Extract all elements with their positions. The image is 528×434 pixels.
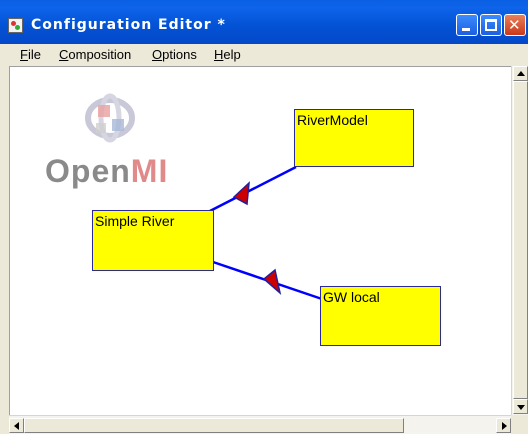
maximize-icon [485,19,497,31]
model-label: Simple River [95,213,175,229]
configuration-editor-window: Configuration Editor * ✕ File Compositio… [0,0,528,434]
scroll-left-button[interactable] [9,418,24,433]
model-rivermodel[interactable]: RiverModel [294,109,414,167]
link-arrow-icon[interactable] [262,268,282,296]
menu-help[interactable]: Help [214,47,241,62]
composition-canvas[interactable]: OpenMI RiverModel Simple River GW local [9,66,511,415]
minimize-button[interactable] [456,14,478,36]
vertical-scrollbar[interactable] [511,66,528,415]
vertical-scroll-thumb[interactable] [513,81,528,399]
link-rivermodel-to-simple-river[interactable] [207,165,297,214]
maximize-button[interactable] [480,14,502,36]
menu-composition[interactable]: Composition [59,47,131,62]
links-layer [207,165,323,301]
scroll-up-button[interactable] [513,66,528,81]
minimize-icon [462,28,470,31]
model-simple-river[interactable]: Simple River [92,210,214,271]
model-label: RiverModel [297,112,368,128]
menu-file[interactable]: File [20,47,41,62]
close-button[interactable]: ✕ [504,14,526,36]
chevron-left-icon [14,422,19,430]
chevron-up-icon [517,71,525,76]
chevron-down-icon [517,405,525,410]
horizontal-scroll-thumb[interactable] [24,418,404,433]
scroll-right-button[interactable] [496,418,511,433]
app-icon[interactable] [8,18,23,33]
scroll-down-button[interactable] [513,399,528,414]
title-bar[interactable]: Configuration Editor * ✕ [0,0,528,44]
window-title: Configuration Editor * [31,17,226,33]
size-grip[interactable] [511,415,528,434]
link-arrow-icon[interactable] [232,181,250,206]
model-label: GW local [323,289,380,305]
model-gw-local[interactable]: GW local [320,286,441,346]
chevron-right-icon [502,422,507,430]
close-icon: ✕ [508,16,521,34]
menu-bar: File Composition Options Help [0,44,528,66]
horizontal-scrollbar[interactable] [9,415,511,434]
menu-options[interactable]: Options [152,47,197,62]
